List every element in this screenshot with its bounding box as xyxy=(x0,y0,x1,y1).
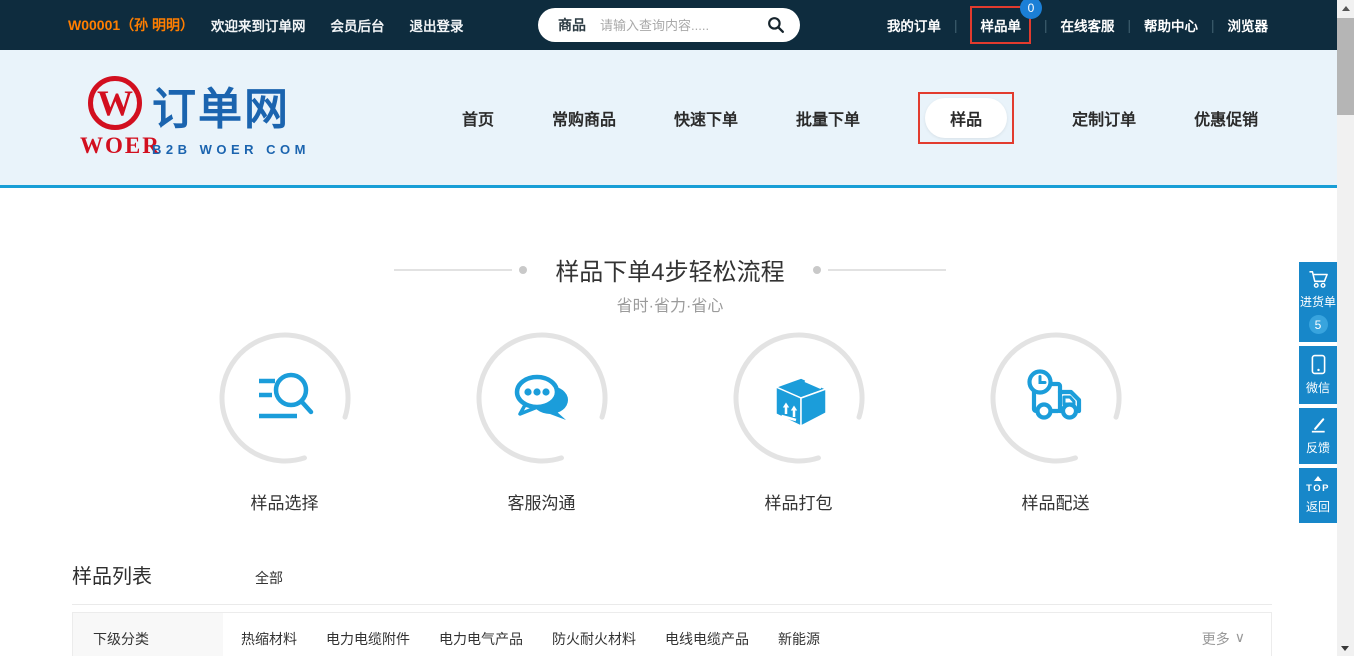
top-text: TOP xyxy=(1306,483,1330,494)
chevron-down-icon: ∨ xyxy=(1235,629,1245,646)
feedback-pencil-icon xyxy=(1309,416,1328,435)
member-center-link[interactable]: 会员后台 xyxy=(331,15,385,35)
search-list-icon xyxy=(251,364,319,432)
user-id[interactable]: W00001（孙 明明） xyxy=(68,15,194,35)
hero-title-row: 样品下单4步轻松流程 xyxy=(0,252,1340,287)
package-box-icon xyxy=(765,364,833,432)
category-heat-shrink[interactable]: 热缩材料 xyxy=(241,629,297,656)
topbar-left: W00001（孙 明明） 欢迎来到订单网 会员后台 退出登录 xyxy=(68,0,464,50)
wechat-button[interactable]: 微信 xyxy=(1299,346,1337,404)
welcome-text: 欢迎来到订单网 xyxy=(211,15,306,35)
tool-label: 微信 xyxy=(1306,379,1330,396)
separator: | xyxy=(1044,18,1048,33)
chat-bubbles-icon xyxy=(508,364,576,432)
hero-subtitle: 省时·省力·省心 xyxy=(0,292,1340,316)
wechat-phone-icon xyxy=(1311,354,1326,375)
back-to-top-button[interactable]: TOP 返回 xyxy=(1299,468,1337,523)
page: W00001（孙 明明） 欢迎来到订单网 会员后台 退出登录 商品 我的订单 |… xyxy=(0,0,1354,656)
sample-order-count-badge: 0 xyxy=(1020,0,1042,19)
tool-label: 返回 xyxy=(1306,498,1330,515)
step-circle xyxy=(475,331,609,465)
sample-order-label: 样品单 xyxy=(980,19,1021,34)
step-circle xyxy=(218,331,352,465)
search-bar: 商品 xyxy=(538,8,800,42)
step-label: 样品选择 xyxy=(251,489,319,514)
woer-logo[interactable]: W WOER xyxy=(80,76,150,159)
nav-item-custom-order[interactable]: 定制订单 xyxy=(1072,106,1136,130)
search-input[interactable] xyxy=(600,18,767,33)
step-sample-delivery[interactable]: 样品配送 xyxy=(927,331,1184,514)
step-label: 客服沟通 xyxy=(508,489,576,514)
nav-item-promotions[interactable]: 优惠促销 xyxy=(1194,106,1258,130)
site-title[interactable]: 订单网 B2B WOER COM xyxy=(152,87,310,157)
separator: | xyxy=(1211,18,1215,33)
tab-all[interactable]: 全部 xyxy=(255,568,283,588)
delivery-truck-icon xyxy=(1022,364,1090,432)
separator: | xyxy=(954,18,958,33)
more-label: 更多 xyxy=(1202,629,1230,649)
step-label: 样品打包 xyxy=(765,489,833,514)
step-circle xyxy=(989,331,1123,465)
purchase-list-count-badge: 5 xyxy=(1309,315,1328,334)
category-power-cable-accessories[interactable]: 电力电缆附件 xyxy=(326,629,410,656)
step-customer-service[interactable]: 客服沟通 xyxy=(413,331,670,514)
scrollbar-thumb[interactable] xyxy=(1337,18,1354,115)
subcategory-label: 下级分类 xyxy=(73,613,223,656)
scrollbar-down-arrow-icon[interactable] xyxy=(1341,646,1349,651)
purchase-list-button[interactable]: 进货单 5 xyxy=(1299,262,1337,342)
search-icon[interactable] xyxy=(767,16,785,34)
category-fireproof-materials[interactable]: 防火耐火材料 xyxy=(552,629,636,656)
nav-item-quick-order[interactable]: 快速下单 xyxy=(674,106,738,130)
feedback-button[interactable]: 反馈 xyxy=(1299,408,1337,464)
site-name: 订单网 xyxy=(152,87,310,133)
side-toolbar: 进货单 5 微信 反馈 TOP 返回 xyxy=(1299,262,1337,523)
nav-item-frequent-products[interactable]: 常购商品 xyxy=(552,106,616,130)
decor-left xyxy=(394,266,527,274)
nav-item-home[interactable]: 首页 xyxy=(462,106,494,130)
hero-title: 样品下单4步轻松流程 xyxy=(555,252,784,287)
nav-item-samples-highlight: 样品 xyxy=(918,92,1014,144)
category-power-electric-products[interactable]: 电力电气产品 xyxy=(439,629,523,656)
vertical-scrollbar[interactable] xyxy=(1337,0,1354,656)
subcategory-filter-row: 下级分类 热缩材料 电力电缆附件 电力电气产品 防火耐火材料 电线电缆产品 新能… xyxy=(72,612,1272,656)
topbar-right-links: 我的订单 | 样品单 0 | 在线客服 | 帮助中心 | 浏览器 xyxy=(887,0,1268,50)
browser-link[interactable]: 浏览器 xyxy=(1228,15,1269,35)
woer-brand-text: WOER xyxy=(80,133,150,159)
my-orders-link[interactable]: 我的订单 xyxy=(887,15,941,35)
tool-label: 进货单 xyxy=(1300,293,1336,310)
nav-item-samples[interactable]: 样品 xyxy=(925,98,1007,138)
separator: | xyxy=(1127,18,1131,33)
logout-link[interactable]: 退出登录 xyxy=(410,15,464,35)
decor-right xyxy=(813,266,946,274)
nav-item-bulk-order[interactable]: 批量下单 xyxy=(796,106,860,130)
online-service-link[interactable]: 在线客服 xyxy=(1060,15,1114,35)
step-sample-selection[interactable]: 样品选择 xyxy=(156,331,413,514)
sample-order-link[interactable]: 样品单 0 xyxy=(970,6,1031,44)
site-header: W WOER 订单网 B2B WOER COM 首页 常购商品 快速下单 批量下… xyxy=(0,50,1354,188)
step-sample-packing[interactable]: 样品打包 xyxy=(670,331,927,514)
topbar: W00001（孙 明明） 欢迎来到订单网 会员后台 退出登录 商品 我的订单 |… xyxy=(0,0,1354,50)
scrollbar-up-arrow-icon[interactable] xyxy=(1342,6,1350,11)
site-tagline: B2B WOER COM xyxy=(152,142,310,157)
more-button[interactable]: 更多 ∨ xyxy=(1202,613,1271,656)
woer-monogram-icon: W xyxy=(88,76,142,130)
category-wire-cable-products[interactable]: 电线电缆产品 xyxy=(665,629,749,656)
category-new-energy[interactable]: 新能源 xyxy=(778,629,820,656)
main-nav: 首页 常购商品 快速下单 批量下单 样品 定制订单 优惠促销 xyxy=(462,50,1258,185)
up-arrow-icon xyxy=(1314,476,1322,481)
cart-icon xyxy=(1308,270,1329,289)
help-center-link[interactable]: 帮助中心 xyxy=(1144,15,1198,35)
search-category-select[interactable]: 商品 xyxy=(558,15,586,35)
sample-list-title: 样品列表 xyxy=(72,560,152,589)
subcategory-list: 热缩材料 电力电缆附件 电力电气产品 防火耐火材料 电线电缆产品 新能源 xyxy=(223,613,820,656)
step-circle xyxy=(732,331,866,465)
tool-label: 反馈 xyxy=(1306,439,1330,456)
sample-list-header: 样品列表 全部 xyxy=(72,560,1272,605)
step-label: 样品配送 xyxy=(1022,489,1090,514)
steps-row: 样品选择 客服沟通 xyxy=(156,331,1184,514)
